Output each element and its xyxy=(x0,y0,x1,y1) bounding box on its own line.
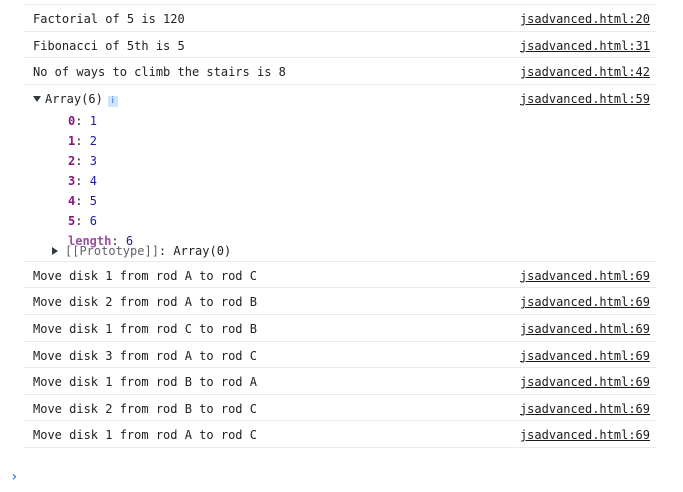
console-message: Move disk 2 from rod B to rod C jsadvanc… xyxy=(24,395,656,422)
prototype-toggle[interactable]: [[Prototype]]: Array(0) xyxy=(52,241,231,261)
log-text: Factorial of 5 is 120 xyxy=(33,12,185,26)
console-message: Move disk 1 from rod A to rod C jsadvanc… xyxy=(24,262,656,289)
console-message: Fibonacci of 5th is 5 jsadvanced.html:31 xyxy=(24,32,656,59)
source-link[interactable]: jsadvanced.html:20 xyxy=(520,12,650,27)
log-text: Move disk 1 from rod A to rod C xyxy=(33,268,257,283)
chevron-right-icon: › xyxy=(10,469,19,485)
collapsed-triangle-icon[interactable] xyxy=(52,246,58,255)
source-link[interactable]: jsadvanced.html:42 xyxy=(520,65,650,80)
console-array-message: Array(6) i jsadvanced.html:59 0: 1 1: 2 2… xyxy=(24,85,656,262)
array-value: 1 xyxy=(89,113,97,128)
source-link[interactable]: jsadvanced.html:59 xyxy=(520,92,650,107)
array-key: 4 xyxy=(68,193,76,208)
array-value: 6 xyxy=(89,213,97,228)
array-item: 0: 1 xyxy=(68,113,97,128)
console-prompt[interactable]: › xyxy=(10,469,18,485)
log-text: Move disk 1 from rod A to rod C xyxy=(33,428,257,443)
array-toggle[interactable]: Array(6) i xyxy=(33,92,118,107)
source-link[interactable]: jsadvanced.html:31 xyxy=(520,39,650,54)
array-item: 1: 2 xyxy=(68,133,97,148)
log-text: Move disk 3 from rod A to rod C xyxy=(33,348,257,363)
console-message: Move disk 1 from rod A to rod C jsadvanc… xyxy=(24,421,656,448)
prototype-value: Array(0) xyxy=(173,243,232,258)
console-log-area: Factorial of 5 is 120 jsadvanced.html:20… xyxy=(0,5,683,448)
array-properties: 0: 1 1: 2 2: 3 3: 4 4: 5 5: 6 length: 6 xyxy=(68,111,133,251)
array-key: 3 xyxy=(68,173,76,188)
source-link[interactable]: jsadvanced.html:69 xyxy=(520,322,650,337)
log-text: Move disk 1 from rod C to rod B xyxy=(33,321,257,336)
array-item: 3: 4 xyxy=(68,173,97,188)
log-text: Move disk 2 from rod A to rod B xyxy=(33,295,257,310)
info-icon[interactable]: i xyxy=(107,95,118,107)
expanded-triangle-icon[interactable] xyxy=(33,95,41,102)
source-link[interactable]: jsadvanced.html:69 xyxy=(520,375,650,390)
log-text: Fibonacci of 5th is 5 xyxy=(33,38,185,53)
source-link[interactable]: jsadvanced.html:69 xyxy=(520,428,650,443)
array-value: 3 xyxy=(89,153,97,168)
array-key: 1 xyxy=(68,133,76,148)
source-link[interactable]: jsadvanced.html:69 xyxy=(520,349,650,364)
source-link[interactable]: jsadvanced.html:69 xyxy=(520,295,650,310)
log-text: Move disk 2 from rod B to rod C xyxy=(33,401,257,416)
array-item: 5: 6 xyxy=(68,213,97,228)
console-message: Move disk 2 from rod A to rod B jsadvanc… xyxy=(24,288,656,315)
array-item: 4: 5 xyxy=(68,193,97,208)
array-key: 5 xyxy=(68,213,76,228)
array-value: 4 xyxy=(89,173,97,188)
console-message: Move disk 1 from rod C to rod B jsadvanc… xyxy=(24,315,656,342)
array-key: 0 xyxy=(68,113,76,128)
log-text: No of ways to climb the stairs is 8 xyxy=(33,65,286,80)
source-link[interactable]: jsadvanced.html:69 xyxy=(520,269,650,284)
log-text: Move disk 1 from rod B to rod A xyxy=(33,375,257,390)
array-header: Array(6) xyxy=(45,91,103,106)
source-link[interactable]: jsadvanced.html:69 xyxy=(520,402,650,417)
array-value: 2 xyxy=(89,133,97,148)
array-value: 5 xyxy=(89,193,97,208)
console-message: Factorial of 5 is 120 jsadvanced.html:20 xyxy=(24,5,656,32)
console-message: No of ways to climb the stairs is 8 jsad… xyxy=(24,58,656,85)
array-key: 2 xyxy=(68,153,76,168)
console-message: Move disk 3 from rod A to rod C jsadvanc… xyxy=(24,342,656,369)
console-message: Move disk 1 from rod B to rod A jsadvanc… xyxy=(24,368,656,395)
prototype-key: [[Prototype]] xyxy=(65,243,159,258)
array-item: 2: 3 xyxy=(68,153,97,168)
